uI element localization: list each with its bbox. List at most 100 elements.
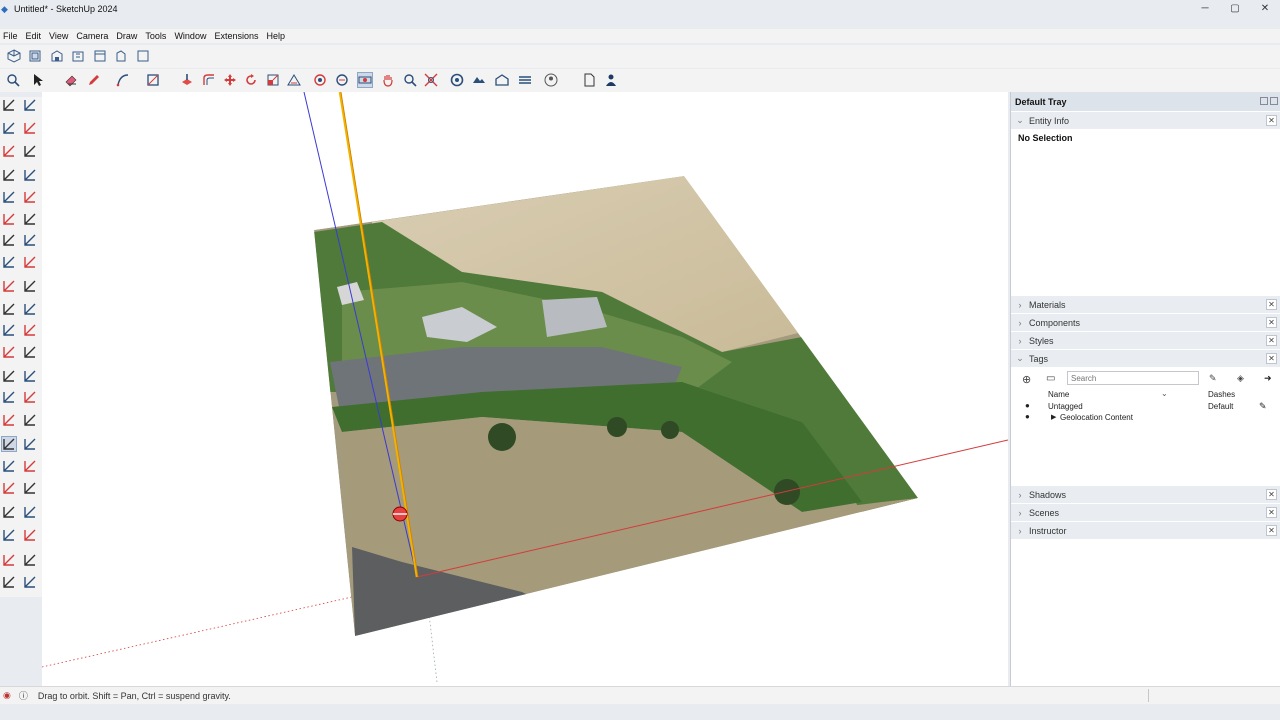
expand-arrow-icon[interactable]: ▶: [1051, 413, 1056, 421]
menu-window[interactable]: Window: [174, 31, 206, 41]
visibility-eye-icon[interactable]: ●: [1025, 412, 1030, 421]
panel-scenes[interactable]: › Scenes ✕: [1011, 503, 1280, 521]
visibility-eye-icon[interactable]: ●: [1025, 401, 1030, 410]
previous-icon[interactable]: [22, 458, 38, 474]
add-tag-icon[interactable]: ⊕: [1022, 373, 1031, 386]
close-icon[interactable]: ✕: [1266, 317, 1277, 328]
close-icon[interactable]: ✕: [1266, 115, 1277, 126]
paint-bucket-icon[interactable]: [1, 120, 17, 136]
eraser-icon[interactable]: [22, 120, 38, 136]
rotate-icon[interactable]: [1, 301, 17, 317]
column-name-header[interactable]: Name: [1048, 390, 1069, 399]
menu-tools[interactable]: Tools: [145, 31, 166, 41]
maximize-button[interactable]: ▢: [1220, 0, 1250, 17]
move-icon[interactable]: [1, 278, 17, 294]
tag-icon[interactable]: [1, 143, 17, 159]
back-view-icon[interactable]: [92, 48, 108, 64]
position-camera-icon[interactable]: [22, 480, 38, 496]
panel-instructor[interactable]: › Instructor ✕: [1011, 521, 1280, 539]
column-dashes-header[interactable]: Dashes: [1208, 390, 1235, 399]
push-pull-icon[interactable]: [22, 278, 38, 294]
freehand-icon[interactable]: [22, 167, 38, 183]
menu-help[interactable]: Help: [266, 31, 285, 41]
push-pull-icon[interactable]: [179, 72, 195, 88]
menu-view[interactable]: View: [49, 31, 68, 41]
tag-row-name[interactable]: Untagged: [1048, 402, 1083, 411]
3d-text-icon[interactable]: [22, 389, 38, 405]
close-icon[interactable]: ✕: [1266, 353, 1277, 364]
section-2-icon[interactable]: [22, 412, 38, 428]
panel-shadows[interactable]: › Shadows ✕: [1011, 485, 1280, 503]
close-icon[interactable]: ✕: [1266, 489, 1277, 500]
move-icon[interactable]: [222, 72, 238, 88]
top-view-icon[interactable]: [27, 48, 43, 64]
pencil-icon[interactable]: [86, 72, 102, 88]
section-plane-icon[interactable]: [357, 72, 373, 88]
select-icon[interactable]: [1, 97, 17, 113]
sandbox-drape-icon[interactable]: [22, 552, 38, 568]
menu-file[interactable]: File: [3, 31, 18, 41]
measurements-box[interactable]: [1148, 689, 1278, 702]
arc-icon[interactable]: [115, 72, 131, 88]
3d-warehouse-icon[interactable]: [494, 72, 510, 88]
rotated-rect-icon[interactable]: [22, 189, 38, 205]
geolocated-icon[interactable]: ◉: [3, 690, 11, 701]
sandbox-flip-icon[interactable]: [22, 527, 38, 543]
rectangle-icon[interactable]: [145, 72, 161, 88]
user-icon[interactable]: [543, 72, 559, 88]
axes-icon[interactable]: [1, 344, 17, 360]
measure-icon[interactable]: [22, 143, 38, 159]
tray-pin-icon[interactable]: [1260, 97, 1268, 105]
component-icon[interactable]: [22, 97, 38, 113]
profile-icon[interactable]: [603, 72, 619, 88]
dimension-icon[interactable]: [1, 368, 17, 384]
close-window-button[interactable]: ✕: [1250, 0, 1280, 17]
polygon-icon[interactable]: [22, 211, 38, 227]
close-icon[interactable]: ✕: [1266, 525, 1277, 536]
follow-me-icon[interactable]: [22, 301, 38, 317]
line-icon[interactable]: [1, 167, 17, 183]
zoom-icon[interactable]: [1, 436, 17, 452]
menu-camera[interactable]: Camera: [76, 31, 108, 41]
details-arrow-icon[interactable]: ➜: [1264, 373, 1272, 384]
arc-icon[interactable]: [1, 232, 17, 248]
component-icon[interactable]: [22, 574, 38, 590]
pencil-icon[interactable]: ✎: [1209, 373, 1217, 384]
close-icon[interactable]: ✕: [1266, 507, 1277, 518]
geolocation-icon[interactable]: [449, 72, 465, 88]
color-by-tag-icon[interactable]: ◈: [1237, 373, 1244, 384]
scale-icon[interactable]: [1, 322, 17, 338]
bottom-view-icon[interactable]: [135, 48, 151, 64]
two-point-arc-icon[interactable]: [22, 232, 38, 248]
look-around-icon[interactable]: [1, 504, 17, 520]
pan-icon[interactable]: [334, 72, 350, 88]
zoom-window-icon[interactable]: [22, 436, 38, 452]
three-point-arc-icon[interactable]: [22, 254, 38, 270]
document-icon[interactable]: [581, 72, 597, 88]
tray-close-icon[interactable]: [1270, 97, 1278, 105]
chevron-down-icon[interactable]: ⌄: [1161, 389, 1168, 398]
tags-search-input[interactable]: [1067, 371, 1199, 385]
text-icon[interactable]: [22, 344, 38, 360]
close-icon[interactable]: ✕: [1266, 335, 1277, 346]
info-icon[interactable]: ⓘ: [19, 689, 28, 702]
sandbox-stamp-icon[interactable]: [1, 552, 17, 568]
model-viewport[interactable]: [42, 92, 1008, 686]
terrain-icon[interactable]: [1, 527, 17, 543]
select-icon[interactable]: [1, 574, 17, 590]
rotate-icon[interactable]: [243, 72, 259, 88]
walk-icon[interactable]: [1, 480, 17, 496]
left-view-icon[interactable]: [113, 48, 129, 64]
menu-draw[interactable]: Draw: [116, 31, 137, 41]
add-folder-icon[interactable]: ▭: [1046, 373, 1055, 384]
front-view-icon[interactable]: [49, 48, 65, 64]
select-icon[interactable]: [30, 72, 46, 88]
protractor-icon[interactable]: [22, 368, 38, 384]
iso-view-icon[interactable]: [6, 48, 22, 64]
zoom-icon-2[interactable]: [402, 72, 418, 88]
minimize-button[interactable]: ─: [1190, 0, 1220, 17]
panel-entity-info[interactable]: ⌄ Entity Info ✕: [1011, 111, 1280, 129]
active-tag-pencil-icon[interactable]: ✎: [1259, 401, 1267, 412]
close-icon[interactable]: ✕: [1266, 299, 1277, 310]
pie-icon[interactable]: [1, 254, 17, 270]
